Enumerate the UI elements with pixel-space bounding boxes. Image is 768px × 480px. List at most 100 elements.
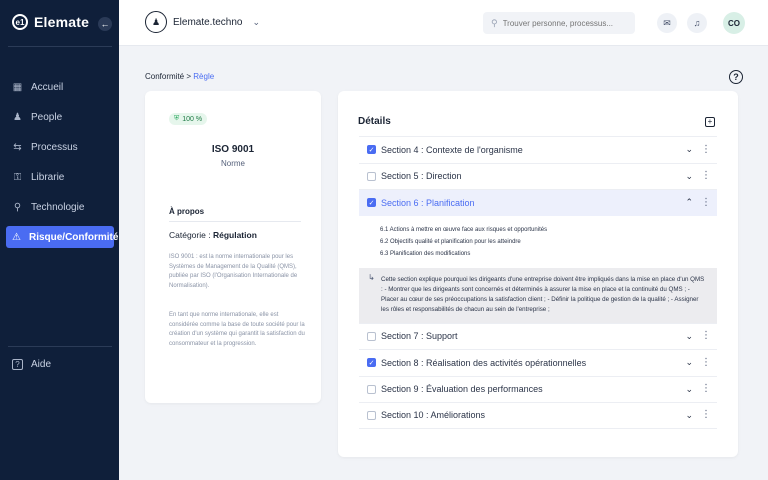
section-row[interactable]: Section 5 : Direction ⌄ ⋮ <box>359 162 717 190</box>
section-label: Section 5 : Direction <box>381 171 462 182</box>
sidebar-item-label: Librarie <box>31 171 65 183</box>
sidebar-nav: ▦ Accueil ♟ People ⇆ Processus ⚿ Librari… <box>6 76 118 256</box>
chat-icon[interactable]: ✉ <box>657 13 677 33</box>
brand[interactable]: e1 Elemate <box>12 14 89 30</box>
sidebar-item-label: People <box>31 111 63 123</box>
help-icon[interactable]: ? <box>729 70 743 84</box>
search-icon: ⚲ <box>491 17 498 28</box>
section-row[interactable]: ✓ Section 6 : Planification ⌃ ⋮ <box>359 189 717 216</box>
checkbox[interactable]: ✓ <box>367 145 376 155</box>
checkbox[interactable]: ✓ <box>367 198 376 208</box>
divider <box>8 46 112 47</box>
breadcrumb: Conformité > Règle <box>145 72 214 81</box>
standard-card: ⛨ 100 % ISO 9001 Norme À propos Catégori… <box>145 91 321 403</box>
help-icon: ? <box>12 358 23 370</box>
section-list: ✓ Section 4 : Contexte de l'organisme ⌄ … <box>359 136 717 429</box>
section-label: Section 10 : Améliorations <box>381 410 486 421</box>
org-switcher[interactable]: ♟ Elemate.techno ⌄ <box>145 11 260 33</box>
standard-subtitle: Norme <box>220 159 245 168</box>
process-icon: ⇆ <box>13 141 22 153</box>
add-icon[interactable]: + <box>705 117 715 127</box>
checkbox[interactable] <box>367 331 376 341</box>
more-icon[interactable]: ⋮ <box>701 384 711 394</box>
section-explanation: ↳ Cette section explique pourquoi les di… <box>359 267 717 323</box>
standard-title: ISO 9001 <box>211 144 255 155</box>
chevron-down-icon[interactable]: ⌄ <box>685 357 693 368</box>
sidebar-item-label: Technologie <box>31 201 85 213</box>
chevron-down-icon[interactable]: ⌄ <box>685 171 693 182</box>
section-label: Section 8 : Réalisation des activités op… <box>381 357 587 368</box>
sidebar-item-technologie[interactable]: ⚲ Technologie <box>6 196 114 218</box>
sidebar-item-people[interactable]: ♟ People <box>6 106 114 128</box>
list-item[interactable]: 6.3 Planification des modifications <box>359 248 717 260</box>
breadcrumb-current: Règle <box>193 72 215 81</box>
category-value: Régulation <box>212 230 257 240</box>
sidebar-item-risque-conformite[interactable]: ⚠ Risque/Conformité <box>6 226 118 248</box>
more-icon[interactable]: ⋮ <box>701 171 711 181</box>
more-icon[interactable]: ⋮ <box>701 144 711 155</box>
chevron-down-icon[interactable]: ⌄ <box>685 144 693 155</box>
section-row[interactable]: Section 10 : Améliorations ⌄ ⋮ <box>359 402 717 429</box>
chevron-down-icon[interactable]: ⌄ <box>685 410 693 421</box>
section-row[interactable]: ✓ Section 8 : Réalisation des activités … <box>359 349 717 376</box>
checkbox[interactable] <box>367 410 376 420</box>
return-arrow-icon: ↳ <box>368 272 375 282</box>
section-label: Section 7 : Support <box>381 331 458 342</box>
brand-logo: e1 <box>12 14 28 30</box>
org-name: Elemate.techno <box>173 16 243 28</box>
section-row[interactable]: ✓ Section 4 : Contexte de l'organisme ⌄ … <box>359 136 717 163</box>
section-label: Section 4 : Contexte de l'organisme <box>381 144 523 155</box>
topbar: ♟ Elemate.techno ⌄ ⚲ ✉ ♫ CO <box>119 0 768 46</box>
chevron-down-icon[interactable]: ⌄ <box>685 384 693 395</box>
sidebar: e1 Elemate ← ▦ Accueil ♟ People ⇆ Proces… <box>0 0 119 480</box>
dashboard-icon: ▦ <box>12 81 23 93</box>
help-section: ? Aide <box>6 353 114 383</box>
sidebar-item-accueil[interactable]: ▦ Accueil <box>6 76 114 98</box>
more-icon[interactable]: ⋮ <box>701 331 711 341</box>
sidebar-item-label: Processus <box>31 141 78 153</box>
section-label: Section 9 : Évaluation des performances <box>381 384 543 395</box>
details-card: Détails + ✓ Section 4 : Contexte de l'or… <box>338 91 738 457</box>
sidebar-item-label: Accueil <box>31 81 64 93</box>
description-paragraph: En tant que norme internationale, elle e… <box>169 312 305 347</box>
checkbox[interactable] <box>367 171 376 181</box>
chevron-up-icon[interactable]: ⌃ <box>685 197 693 208</box>
checkbox[interactable] <box>367 384 376 394</box>
breadcrumb-parent[interactable]: Conformité <box>145 72 184 81</box>
sidebar-item-aide[interactable]: ? Aide <box>6 353 114 375</box>
technology-icon: ⚲ <box>13 201 22 213</box>
search-input[interactable] <box>502 18 623 28</box>
explanation-text: Cette section explique pourquoi les diri… <box>381 275 705 313</box>
checkbox[interactable]: ✓ <box>367 358 376 368</box>
org-icon: ♟ <box>145 11 167 33</box>
list-item[interactable]: 6.1 Actions à mettre en œuvre face aux r… <box>359 224 717 236</box>
collapse-sidebar-icon[interactable]: ← <box>98 17 112 31</box>
brand-name: Elemate <box>34 14 90 30</box>
category: Catégorie : Régulation <box>169 230 257 240</box>
chevron-down-icon[interactable]: ⌄ <box>685 331 693 342</box>
more-icon[interactable]: ⋮ <box>701 357 711 368</box>
divider <box>8 346 112 347</box>
library-icon: ⚿ <box>13 171 22 183</box>
breadcrumb-separator: > <box>186 72 192 81</box>
search-box[interactable]: ⚲ <box>483 12 635 34</box>
avatar[interactable]: CO <box>723 12 745 34</box>
chevron-down-icon: ⌄ <box>252 16 261 27</box>
sidebar-item-librarie[interactable]: ⚿ Librarie <box>6 166 114 188</box>
description-paragraph: ISO 9001 : est la norme internationale p… <box>169 254 298 289</box>
bell-icon[interactable]: ♫ <box>687 13 707 33</box>
section-row[interactable]: Section 9 : Évaluation des performances … <box>359 375 717 403</box>
badge-value: 100 % <box>182 115 203 123</box>
sidebar-item-processus[interactable]: ⇆ Processus <box>6 136 114 158</box>
section-subitems: 6.1 Actions à mettre en œuvre face aux r… <box>359 216 717 268</box>
list-item[interactable]: 6.2 Objectifs qualité et planification p… <box>359 236 717 248</box>
section-label: Section 6 : Planification <box>381 197 475 208</box>
app-frame: e1 Elemate ← ▦ Accueil ♟ People ⇆ Proces… <box>0 0 768 480</box>
more-icon[interactable]: ⋮ <box>701 197 711 208</box>
more-icon[interactable]: ⋮ <box>701 410 711 420</box>
divider <box>169 221 301 222</box>
warning-icon: ⚠ <box>12 231 21 243</box>
status-badge: ⛨ 100 % <box>169 113 208 125</box>
section-row[interactable]: Section 7 : Support ⌄ ⋮ <box>359 322 717 350</box>
about-heading: À propos <box>169 207 205 216</box>
